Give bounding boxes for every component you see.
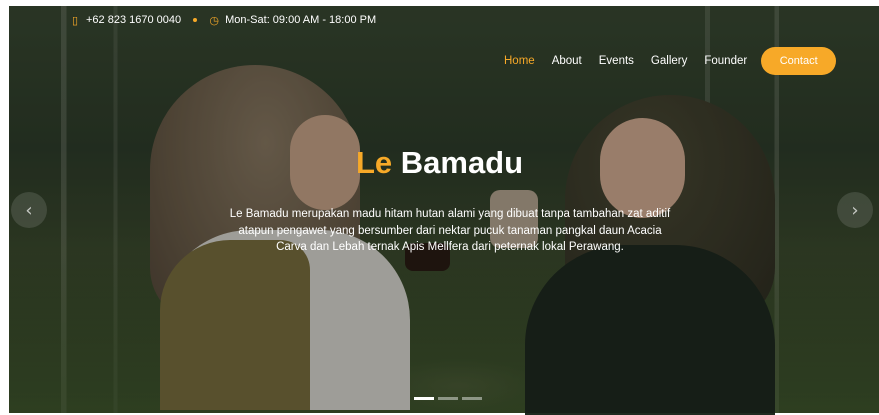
opening-hours: Mon-Sat: 09:00 AM - 18:00 PM bbox=[225, 14, 377, 26]
chevron-left-icon: ‹ bbox=[25, 199, 33, 221]
contact-button[interactable]: Contact bbox=[761, 47, 837, 75]
nav-item-home[interactable]: Home bbox=[504, 55, 535, 67]
carousel-indicators bbox=[414, 397, 482, 400]
nav-item-about[interactable]: About bbox=[552, 55, 582, 67]
nav-item-events[interactable]: Events bbox=[599, 55, 634, 67]
separator-dot bbox=[193, 18, 198, 22]
clock-icon: ◷ bbox=[209, 14, 219, 27]
carousel-indicator-3[interactable] bbox=[462, 397, 482, 400]
carousel-next-button[interactable]: › bbox=[837, 192, 873, 228]
phone-icon: ▯ bbox=[71, 14, 79, 27]
hero-description: Le Bamadu merupakan madu hitam hutan ala… bbox=[229, 208, 671, 253]
main-nav: Home About Events Gallery Founder Contac… bbox=[504, 47, 837, 75]
top-info-bar: ▯ +62 823 1670 0040 ◷ Mon-Sat: 09:00 AM … bbox=[70, 12, 376, 28]
carousel-indicator-2[interactable] bbox=[438, 397, 458, 400]
hero-title-main: Bamadu bbox=[400, 145, 524, 180]
nav-item-gallery[interactable]: Gallery bbox=[651, 55, 687, 67]
phone-number[interactable]: +62 823 1670 0040 bbox=[86, 14, 181, 26]
nav-item-founder[interactable]: Founder bbox=[704, 55, 747, 67]
carousel-prev-button[interactable]: ‹ bbox=[11, 192, 47, 228]
hero-title: Le Bamadu bbox=[0, 145, 879, 181]
hero-title-accent: Le bbox=[355, 145, 393, 180]
chevron-right-icon: › bbox=[851, 199, 859, 221]
carousel-indicator-1[interactable] bbox=[414, 397, 434, 400]
